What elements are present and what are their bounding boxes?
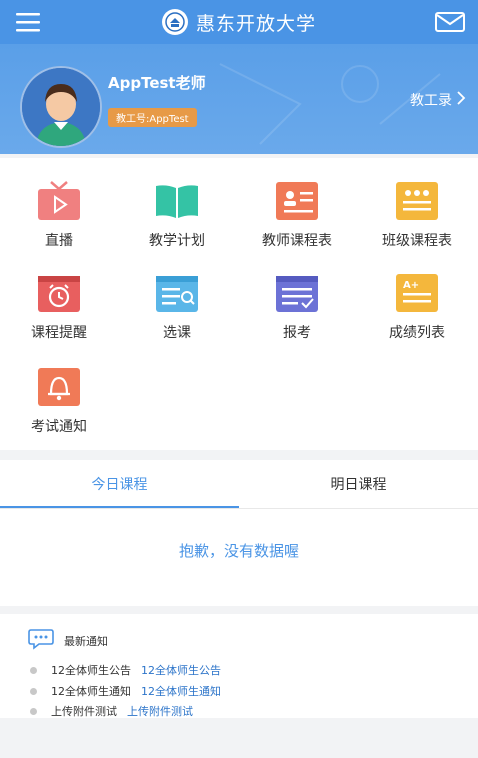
brand: 惠东开放大学	[161, 9, 316, 36]
grid-item-live[interactable]: 直播	[4, 162, 114, 252]
grid-item-label: 课程提醒	[31, 325, 87, 341]
mail-icon[interactable]	[434, 10, 466, 34]
teacher-name: AppTest老师	[108, 74, 206, 92]
university-logo-icon	[161, 9, 188, 35]
notice-link[interactable]: 12全体师生通知	[141, 683, 221, 699]
grid-item-label: 班级课程表	[382, 233, 452, 249]
feature-grid: 直播 教学计划 教师课程表 班级课程表 课程提醒 选课 报考 A+ 成绩列表 考…	[0, 158, 478, 450]
notice-type: 上传附件测试	[51, 705, 117, 718]
notice-header: 最新通知	[28, 628, 108, 654]
chevron-right-icon	[456, 91, 466, 109]
grid-item-teaching-plan[interactable]: 教学计划	[122, 162, 232, 252]
grid-item-course-selection[interactable]: 选课	[122, 254, 232, 344]
grid-item-label: 教学计划	[149, 233, 205, 249]
notice-type: 12全体师生通知	[51, 685, 131, 698]
course-tabs-card: 今日课程 明日课程 抱歉，没有数据喔	[0, 460, 478, 606]
exam-register-icon	[274, 272, 320, 314]
grid-item-label: 成绩列表	[389, 325, 445, 341]
notice-title: 最新通知	[64, 635, 108, 648]
teacher-id-badge: 教工号:AppTest	[108, 108, 197, 127]
open-book-icon	[154, 180, 200, 222]
grid-item-label: 教师课程表	[262, 233, 332, 249]
grid-item-teacher-schedule[interactable]: 教师课程表	[242, 162, 352, 252]
notice-item[interactable]: 12全体师生通知 12全体师生通知	[30, 683, 221, 699]
alarm-clock-icon	[36, 272, 82, 314]
active-tab-indicator	[0, 506, 239, 508]
notice-item[interactable]: 12全体师生公告 12全体师生公告	[30, 662, 221, 678]
grid-item-class-schedule[interactable]: 班级课程表	[362, 162, 472, 252]
bell-icon	[36, 366, 82, 408]
chat-bubble-icon	[28, 628, 54, 654]
calendar-search-icon	[154, 272, 200, 314]
notice-card: 最新通知 12全体师生公告 12全体师生公告 12全体师生通知 12全体师生通知…	[0, 614, 478, 718]
grid-item-course-reminder[interactable]: 课程提醒	[4, 254, 114, 344]
bullet-dot	[30, 707, 37, 715]
top-app-bar: 惠东开放大学	[0, 0, 478, 44]
svg-text:A+: A+	[403, 280, 419, 291]
profile-banner: AppTest老师 教工号:AppTest 教工录	[0, 44, 478, 154]
bullet-dot	[30, 666, 37, 674]
grid-item-label: 报考	[283, 325, 311, 341]
grid-item-grade-list[interactable]: A+ 成绩列表	[362, 254, 472, 344]
teacher-record-label: 教工录	[410, 93, 452, 109]
tab-today-courses[interactable]: 今日课程	[0, 460, 239, 508]
avatar[interactable]	[20, 66, 102, 148]
class-schedule-icon	[394, 180, 440, 222]
empty-state-message: 抱歉，没有数据喔	[178, 542, 299, 560]
menu-icon[interactable]	[14, 10, 42, 34]
grid-item-label: 选课	[163, 325, 191, 341]
notice-type: 12全体师生公告	[51, 664, 131, 677]
grid-item-exam-registration[interactable]: 报考	[242, 254, 352, 344]
teacher-record-link[interactable]: 教工录	[410, 90, 466, 110]
grade-list-icon: A+	[394, 272, 440, 314]
bullet-dot	[30, 687, 37, 695]
teacher-schedule-icon	[274, 180, 320, 222]
tv-live-icon	[36, 180, 82, 222]
notice-link[interactable]: 上传附件测试	[127, 703, 193, 719]
grid-item-label: 直播	[45, 233, 73, 249]
tab-tomorrow-courses[interactable]: 明日课程	[239, 460, 478, 508]
notice-link[interactable]: 12全体师生公告	[141, 662, 221, 678]
app-title: 惠东开放大学	[195, 12, 316, 35]
notice-item[interactable]: 上传附件测试 上传附件测试	[30, 703, 193, 719]
grid-item-exam-notice[interactable]: 考试通知	[4, 348, 114, 438]
grid-item-label: 考试通知	[31, 419, 87, 435]
tab-divider	[0, 508, 478, 509]
